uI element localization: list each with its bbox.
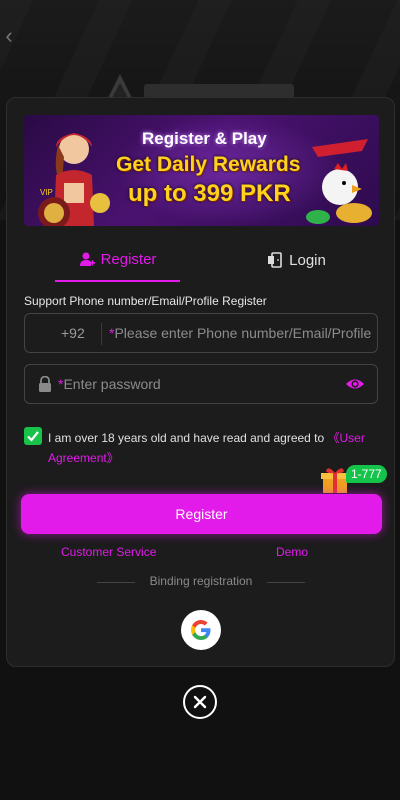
footer-links: Customer Service Demo — [24, 545, 378, 563]
tab-login[interactable]: Login — [234, 238, 359, 282]
close-icon — [193, 695, 207, 709]
phone-field[interactable]: +92 *Please enter Phone number/Email/Pro… — [24, 313, 378, 353]
demo-link[interactable]: Demo — [276, 545, 308, 559]
register-modal: VIP Register & Play Get Daily Rewards up… — [6, 97, 395, 667]
customer-service-link[interactable]: Customer Service — [61, 545, 156, 559]
phone-prefix[interactable]: +92 — [61, 325, 85, 341]
agreement-checkbox[interactable] — [24, 427, 42, 445]
lock-icon — [39, 376, 51, 392]
password-field[interactable]: *Enter password — [24, 364, 378, 404]
binding-divider-left — [97, 582, 135, 583]
password-placeholder: *Enter password — [58, 376, 161, 392]
support-label: Support Phone number/Email/Profile Regis… — [24, 294, 267, 308]
vip-text: VIP — [40, 188, 53, 197]
register-button[interactable]: Register — [21, 494, 382, 534]
promo-banner[interactable]: VIP Register & Play Get Daily Rewards up… — [24, 115, 379, 226]
banner-line-1: Register & Play — [142, 129, 267, 148]
banner-girl-illustration: VIP — [38, 133, 110, 226]
eye-icon[interactable] — [345, 376, 365, 392]
tab-register-label: Register — [100, 250, 157, 268]
tab-register[interactable]: Register — [55, 238, 180, 282]
back-arrow-icon[interactable]: ‹ — [0, 22, 18, 50]
banner-chicken-illustration — [306, 139, 372, 224]
promo-badge[interactable]: 1-777 — [346, 465, 387, 483]
close-button[interactable] — [183, 685, 217, 719]
check-icon — [27, 431, 39, 442]
user-plus-icon — [79, 252, 95, 266]
prefix-divider — [101, 323, 102, 345]
auth-tabs: Register Login — [24, 238, 379, 282]
login-door-icon — [268, 252, 282, 268]
banner-line-3: up to 399 PKR — [128, 180, 291, 207]
google-login-button[interactable] — [181, 610, 221, 650]
agreement-text: I am over 18 years old and have read and… — [48, 431, 365, 465]
agreement-row: I am over 18 years old and have read and… — [24, 426, 378, 466]
binding-divider-right — [267, 582, 305, 583]
tab-login-label: Login — [289, 251, 326, 269]
binding-label: Binding registration — [149, 574, 253, 588]
banner-line-2: Get Daily Rewards — [116, 153, 301, 176]
binding-registration: Binding registration — [24, 574, 378, 590]
google-icon — [191, 620, 211, 640]
phone-placeholder: *Please enter Phone number/Email/Profile — [109, 325, 372, 341]
